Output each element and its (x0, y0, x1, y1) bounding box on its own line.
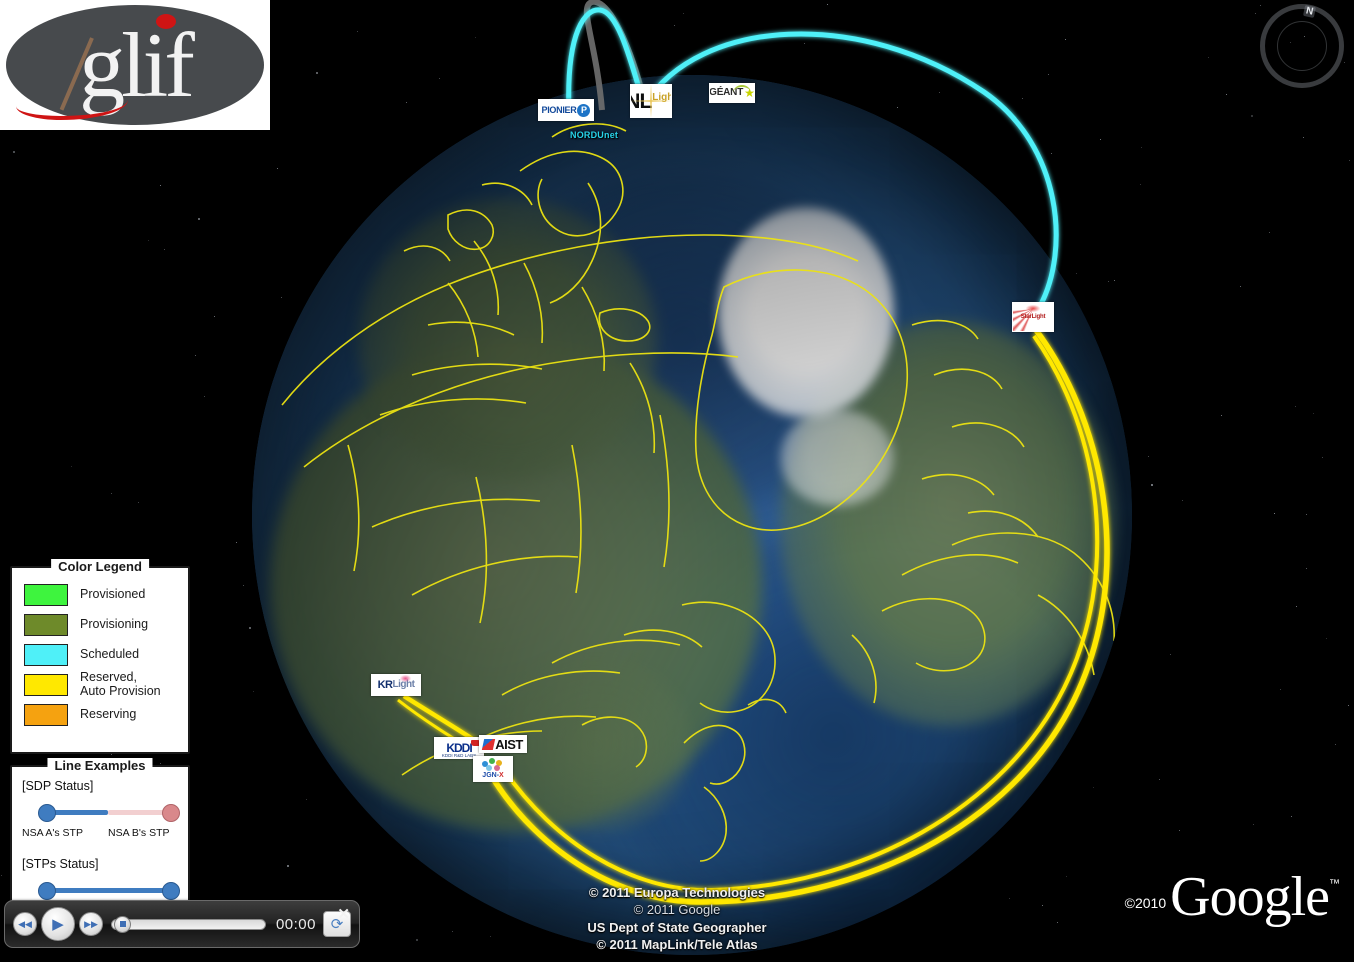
legend-row-provisioning: Provisioning (24, 612, 188, 637)
line-examples-title: Line Examples (47, 758, 153, 773)
stps-line (46, 888, 170, 893)
arc-starlight-aist-reserved (502, 334, 1100, 893)
sdp-node-a (38, 804, 56, 822)
swatch-reserving (24, 703, 68, 726)
legend-row-scheduled: Scheduled (24, 642, 188, 667)
compass-north-label: N (1302, 4, 1316, 19)
stps-node-x (38, 882, 56, 900)
atmosphere-glow (226, 49, 1158, 962)
compass-inner-ring[interactable] (1277, 21, 1327, 71)
fast-forward-button[interactable]: ▶▶ (79, 912, 103, 936)
sdp-status-heading: [SDP Status] (22, 779, 94, 793)
sdp-status-diagram (22, 799, 182, 833)
color-legend-panel: Color Legend Provisioned Provisioning Sc… (10, 559, 190, 754)
stps-status-heading: [STPs Status] (22, 857, 99, 871)
stps-node-y (162, 882, 180, 900)
pionier-badge-icon: P (577, 103, 591, 117)
globe-shading (252, 75, 1132, 955)
time-display: 00:00 (275, 915, 316, 933)
starlight-burst-icon (1026, 305, 1040, 312)
legend-row-reserving: Reserving (24, 702, 188, 727)
sdp-node-b (162, 804, 180, 822)
pionier-label-text: PIONIER (541, 104, 577, 115)
legend-label-provisioning: Provisioning (80, 616, 149, 631)
arc-starlight-jgnx-reserved (491, 328, 1110, 905)
close-icon[interactable]: ✕ (334, 905, 353, 924)
starfield (0, 0, 1354, 962)
map-label-geant[interactable]: GÉANT ★ (709, 83, 755, 103)
krlight-label-text-a: KR (377, 678, 393, 691)
status-strip (0, 948, 1354, 962)
aist-mark-icon (482, 738, 496, 750)
starlight-label-text: StarLight (1020, 314, 1046, 320)
map-label-pionier[interactable]: PIONIER P (538, 99, 594, 121)
google-earth-viewport[interactable]: PIONIER P NORDUnet NL Light GÉANT ★ Star… (0, 0, 1354, 962)
map-label-jgnx[interactable]: JGN- X (473, 756, 513, 782)
google-trademark: ™ (1329, 878, 1340, 891)
color-legend-title: Color Legend (51, 559, 149, 574)
netherlight-flare-horizontal-icon (631, 100, 671, 102)
earth-globe (226, 49, 1158, 962)
country-borders (281, 123, 1115, 862)
color-legend-rows: Provisioned Provisioning Scheduled Reser… (12, 568, 188, 727)
legend-label-reserving: Reserving (80, 706, 137, 721)
krlight-burst-icon (400, 675, 411, 682)
legend-label-provisioned: Provisioned (80, 586, 146, 601)
line-examples-body: [SDP Status] NSA A's STP NSA B's STP [ST… (12, 767, 188, 917)
swatch-provisioning (24, 613, 68, 636)
map-label-starlight[interactable]: StarLight (1012, 302, 1054, 332)
swatch-reserved (24, 673, 68, 696)
swatch-scheduled (24, 643, 68, 666)
legend-label-scheduled: Scheduled (80, 646, 140, 661)
legend-row-reserved: Reserved, Auto Provision (24, 670, 188, 698)
timeline-handle[interactable] (114, 915, 131, 933)
swatch-provisioned (24, 583, 68, 606)
glif-logo: glif (0, 0, 270, 130)
starlight-rays-icon (1013, 309, 1053, 331)
globe-limb (252, 75, 1132, 955)
google-wordmark: Google (1170, 866, 1330, 928)
network-connection-arcs (397, 0, 1110, 905)
time-animation-player[interactable]: ◀◀ ▶ ▶▶ 00:00 ⟳ ✕ (4, 900, 360, 948)
map-label-krlight[interactable]: KR Light (371, 674, 421, 696)
aist-label-text: AIST (495, 736, 523, 752)
sdp-line-right (108, 810, 170, 815)
legend-row-provisioned: Provisioned (24, 582, 188, 607)
navigation-compass[interactable]: N (1260, 4, 1344, 88)
timeline-slider[interactable] (111, 915, 266, 933)
arc-netherlight-starlight-scheduled (642, 31, 1059, 308)
map-label-netherlight[interactable]: NL Light (630, 84, 672, 118)
play-button[interactable]: ▶ (41, 907, 75, 941)
legend-label-reserved: Reserved, Auto Provision (80, 670, 161, 698)
jgnx-label-text: JGN- (482, 772, 500, 779)
map-label-aist[interactable]: AIST (479, 735, 527, 753)
map-label-nordunet[interactable]: NORDUnet (570, 130, 618, 140)
google-logo: ©2010 Google ™ (1124, 866, 1340, 928)
glif-logo-dot-icon (156, 14, 176, 29)
google-copyright: ©2010 (1124, 895, 1167, 912)
globe-sphere (252, 75, 1132, 955)
jgnx-dots-icon (482, 758, 504, 771)
jgnx-label-accent: X (499, 772, 504, 779)
rewind-button[interactable]: ◀◀ (13, 912, 37, 936)
